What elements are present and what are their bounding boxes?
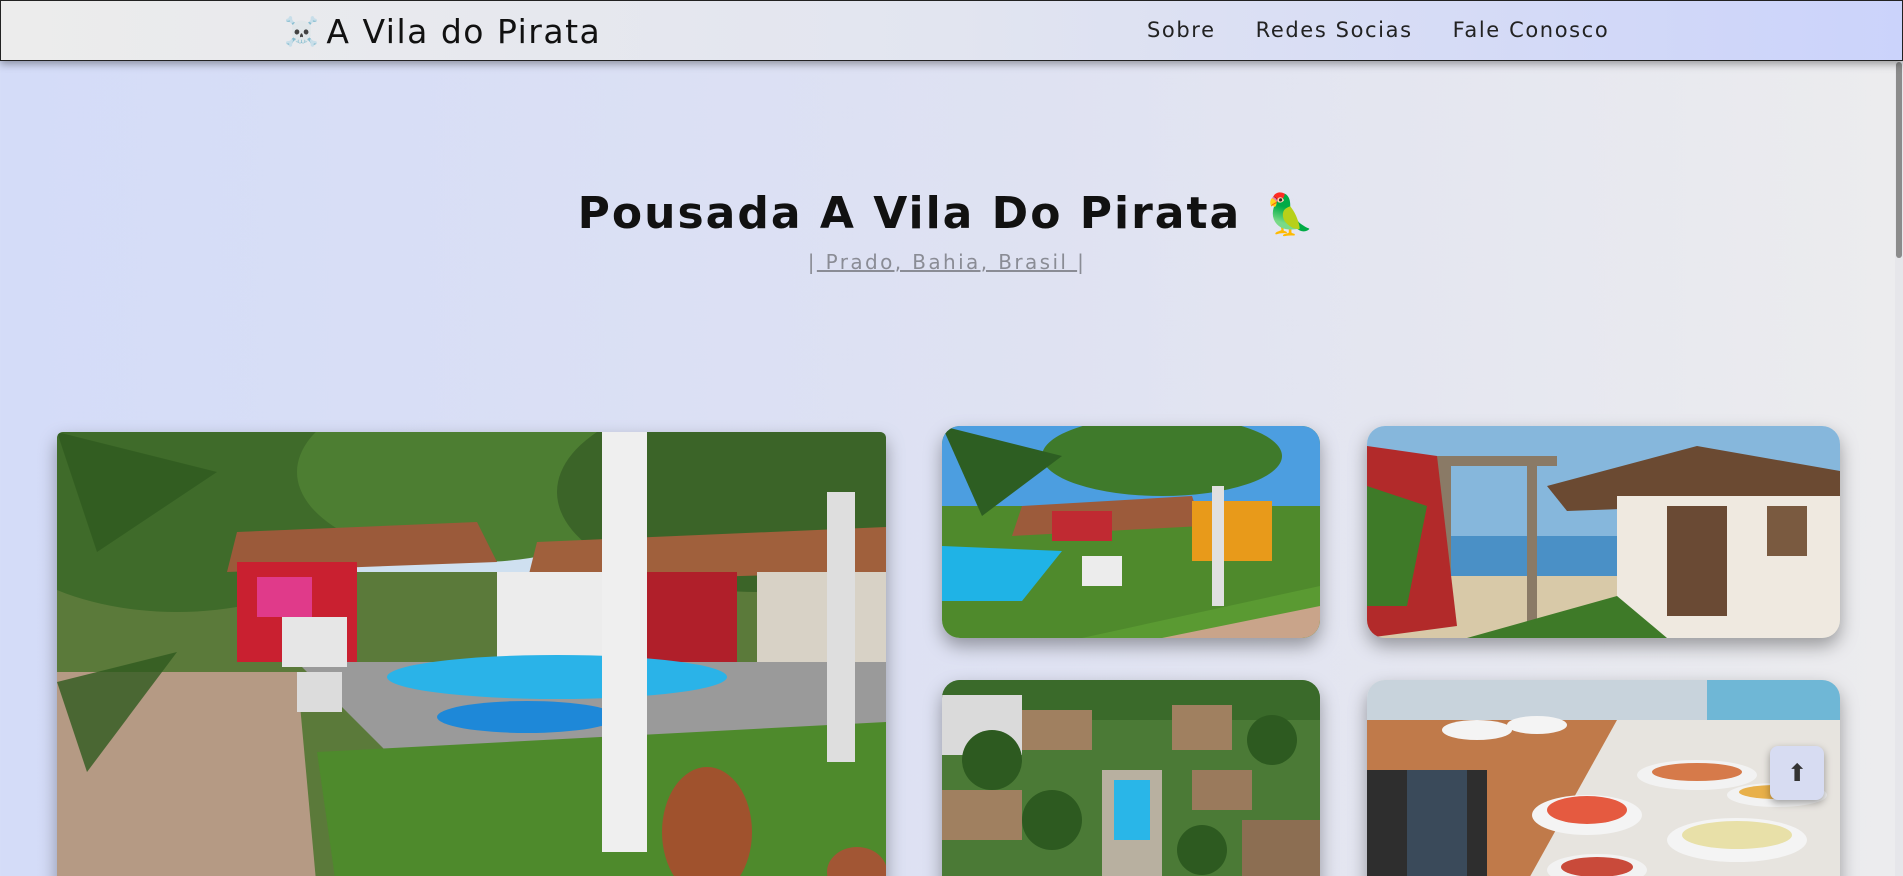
subtitle-bar-right: | [1077, 250, 1087, 274]
gallery-photo-aerial-view[interactable] [942, 680, 1320, 876]
nav-link-sobre[interactable]: Sobre [1147, 18, 1216, 42]
page-title: Pousada A Vila Do Pirata 🦜 [0, 188, 1894, 239]
nav-link-redes-socias[interactable]: Redes Socias [1256, 18, 1413, 42]
gallery-photo-beach-chalet[interactable] [1367, 426, 1840, 638]
location-link[interactable]: Prado, Bahia, Brasil [817, 250, 1077, 274]
brand-name: A Vila do Pirata [326, 11, 602, 51]
nav-links: Sobre Redes Socias Fale Conosco [1147, 18, 1609, 42]
arrow-up-icon: ⬆ [1786, 759, 1808, 787]
page-title-text: Pousada A Vila Do Pirata [577, 188, 1242, 239]
nav-link-fale-conosco[interactable]: Fale Conosco [1453, 18, 1610, 42]
scrollbar[interactable] [1895, 0, 1903, 876]
scrollbar-thumb[interactable] [1896, 62, 1902, 258]
gallery-photo-pool-chalets[interactable] [942, 426, 1320, 638]
brand-logo[interactable]: ☠️ A Vila do Pirata [284, 11, 601, 51]
scroll-to-top-button[interactable]: ⬆ [1770, 746, 1824, 800]
subtitle-bar-left: | [807, 250, 817, 274]
skull-icon: ☠️ [284, 14, 321, 48]
gallery-photo-main[interactable] [57, 432, 886, 876]
location-subtitle: | Prado, Bahia, Brasil | [0, 250, 1894, 274]
parrot-icon: 🦜 [1264, 192, 1317, 238]
navbar: ☠️ A Vila do Pirata Sobre Redes Socias F… [0, 0, 1903, 61]
